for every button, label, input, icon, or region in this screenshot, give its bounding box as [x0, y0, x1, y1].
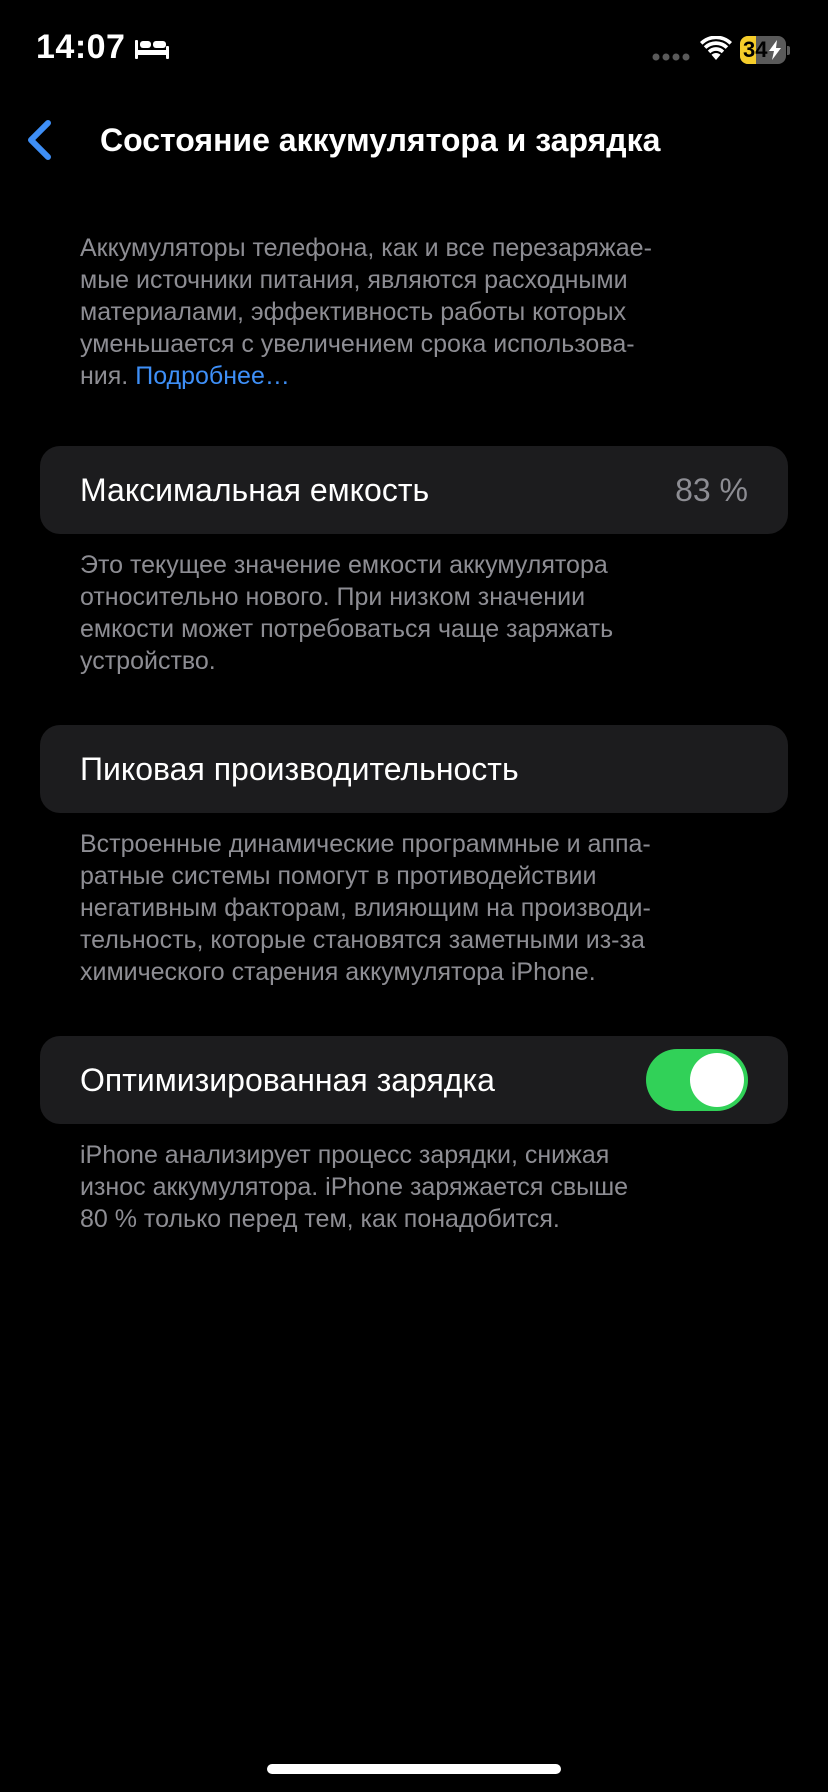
footer-line: относительно нового. При низком значении	[80, 583, 586, 611]
footer-line: ратные системы помогут в противодействии	[80, 862, 597, 890]
intro-line-last: ния. Подробнее…	[80, 360, 750, 392]
footer-line: емкости может потребоваться чаще заряжат…	[80, 615, 614, 643]
footer-line: износ аккумулятора. iPhone заряжается св…	[80, 1173, 629, 1201]
battery-cap	[787, 46, 790, 55]
footer-line: Встроенные динамические программные и ап…	[80, 830, 651, 858]
max-capacity-footer: Это текущее значение емкости аккумулятор…	[80, 549, 750, 677]
max-capacity-value: 83 %	[675, 472, 748, 508]
optimized-charging-toggle[interactable]	[646, 1049, 748, 1111]
optimized-charging-row: Оптимизированная зарядка	[40, 1036, 788, 1124]
footer-line: химического старения аккумулятора iPhone…	[80, 958, 596, 986]
intro-line: Аккумуляторы телефона, как и все перезар…	[80, 234, 652, 262]
footer-line: устройство.	[80, 647, 216, 675]
home-indicator[interactable]	[267, 1764, 561, 1774]
optimized-charging-label: Оптимизированная зарядка	[80, 1062, 495, 1098]
charging-bolt-icon	[769, 40, 781, 60]
footer-line: iPhone анализирует процесс зарядки, сниж…	[80, 1141, 610, 1169]
page-title: Состояние аккумулятора и зарядка	[100, 122, 661, 158]
footer-line: тельность, которые становятся заметными …	[80, 926, 645, 954]
intro-line: мые источники питания, являются расходны…	[80, 266, 628, 294]
status-bar: 14:07 34	[0, 0, 828, 100]
status-time: 14:07	[36, 28, 126, 66]
footer-line: Это текущее значение емкости аккумулятор…	[80, 551, 608, 579]
peak-performance-footer: Встроенные динамические программные и ап…	[80, 828, 750, 988]
sleep-focus-icon	[135, 40, 169, 59]
cellular-signal-icon	[652, 53, 690, 61]
wifi-icon	[700, 36, 732, 60]
nav-bar: Состояние аккумулятора и зарядка	[0, 110, 828, 170]
chevron-left-icon[interactable]	[20, 118, 60, 162]
intro-line: материалами, эффективность работы которы…	[80, 298, 627, 326]
max-capacity-row: Максимальная емкость 83 %	[40, 446, 788, 534]
footer-line: 80 % только перед тем, как понадобится.	[80, 1205, 560, 1233]
intro-line: уменьшается с увеличением срока использо…	[80, 330, 635, 358]
learn-more-link[interactable]: Подробнее…	[135, 362, 290, 390]
max-capacity-label: Максимальная емкость	[80, 472, 430, 508]
footer-line: негативным факторам, влияющим на произво…	[80, 894, 651, 922]
optimized-charging-footer: iPhone анализирует процесс зарядки, сниж…	[80, 1139, 750, 1235]
peak-performance-row[interactable]: Пиковая производительность	[40, 725, 788, 813]
peak-performance-label: Пиковая производительность	[80, 751, 519, 787]
battery-body: 34	[740, 36, 786, 64]
toggle-knob	[690, 1053, 744, 1107]
intro-line: ния.	[80, 362, 129, 390]
battery-icon: 34	[740, 36, 790, 64]
intro-text: Аккумуляторы телефона, как и все перезар…	[80, 232, 750, 392]
